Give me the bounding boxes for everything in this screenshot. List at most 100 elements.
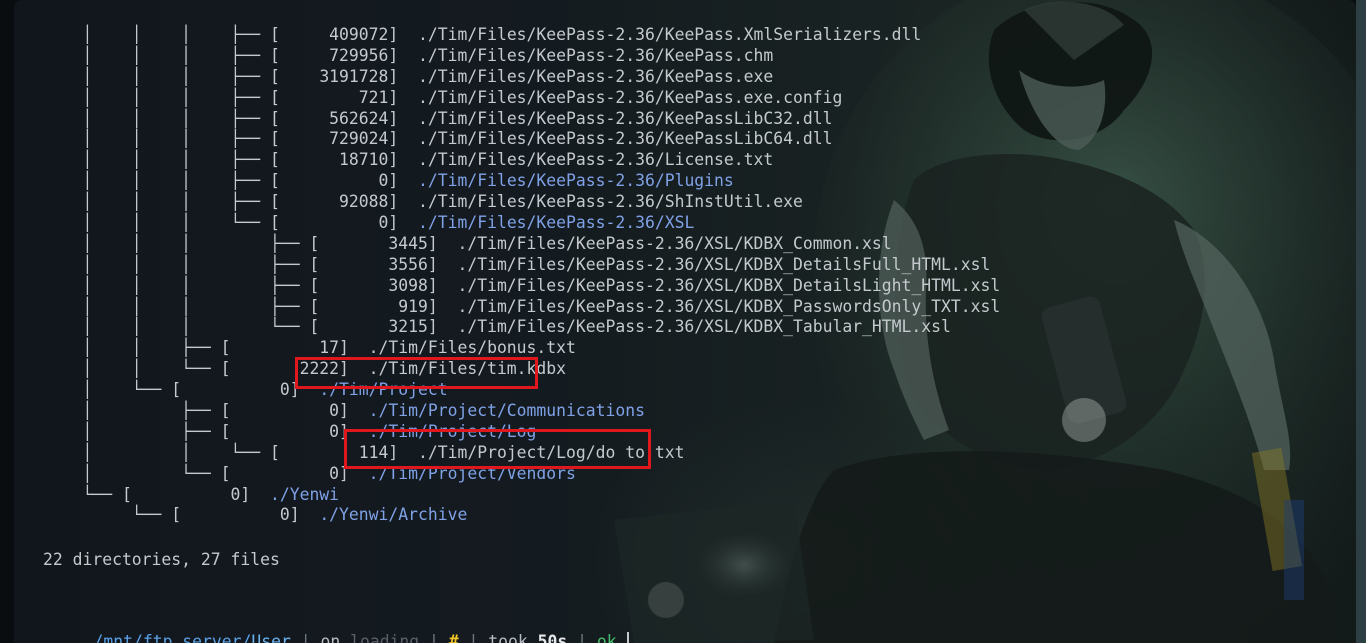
text-cursor [626,632,629,643]
prompt-hash: # [448,632,459,643]
tree-branch: │ │ │ ├── [ [43,192,280,212]
prompt-branch: loading [350,632,420,643]
tree-branch: │ │ │ ├── [ [43,171,280,191]
file-path: ./Tim/Files/KeePass-2.36/License.txt [398,150,774,170]
prompt-path-sep: / [241,632,252,643]
tree-line: │ │ │ ├── [ 729024] ./Tim/Files/KeePass-… [43,129,1000,150]
file-size: 919] [319,296,438,316]
tree-summary: 22 directories, 27 files [43,550,280,569]
tree-line: │ │ │ ├── [ 721] ./Tim/Files/KeePass-2.3… [43,88,1000,109]
file-size: 92088] [279,192,399,212]
file-path: ./Tim/Files/KeePass-2.36/KeePass.exe.con… [398,87,843,107]
tree-branch: │ ├── [ [43,401,231,421]
highlight-box-tim-kdbx [295,357,538,389]
shell-prompt[interactable]: /mnt/ftp_server/User | on loading | # | … [54,613,629,643]
tree-branch: │ │ │ ├── [ [43,45,280,65]
directory-path: ./Yenwi/Archive [299,505,468,525]
tree-branch: │ │ │ ├── [ [43,296,320,316]
tree-branch: │ ├── [ [43,421,231,441]
tree-line: │ │ │ └── [ 3215] ./Tim/Files/KeePass-2.… [43,317,1000,338]
file-path: ./Tim/Files/bonus.txt [348,338,576,358]
tree-line: │ │ │ ├── [ 92088] ./Tim/Files/KeePass-2… [43,192,1000,213]
file-size: 0] [131,484,251,504]
tree-branch: │ │ │ ├── [ [43,25,280,44]
tree-line: │ │ │ ├── [ 3556] ./Tim/Files/KeePass-2.… [43,255,1000,276]
tree-branch: │ │ │ ├── [ [43,275,320,295]
file-size: 409072] [279,25,399,44]
tree-line: │ │ │ ├── [ 562624] ./Tim/Files/KeePass-… [43,109,1000,130]
file-size: 3191728] [279,66,399,86]
prompt-separator: | [567,632,597,643]
tree-line: │ │ │ ├── [ 0] ./Tim/Files/KeePass-2.36/… [43,171,1000,192]
prompt-on-label: on [320,632,351,643]
tree-branch: │ │ │ ├── [ [43,150,280,170]
file-path: ./Tim/Files/KeePass-2.36/KeePass.chm [398,45,774,65]
file-size: 0] [181,380,300,400]
file-size: 3445] [319,233,438,253]
prompt-path-user: User [251,632,291,643]
highlight-box-do-to-txt [344,429,651,469]
file-size: 562624] [279,108,399,128]
tree-line: │ │ │ ├── [ 3098] ./Tim/Files/KeePass-2.… [43,276,1000,297]
tree-branch: │ │ │ ├── [ [43,129,280,149]
tree-branch: │ │ │ ├── [ [43,254,320,274]
tree-branch: │ │ │ ├── [ [43,108,280,128]
file-path: ./Tim/Files/KeePass-2.36/KeePass.exe [398,66,774,86]
tree-line: │ │ │ ├── [ 919] ./Tim/Files/KeePass-2.3… [43,297,1000,318]
window-edge [1356,0,1366,643]
prompt-path-prefix: /mnt/ [93,632,143,643]
file-size: 729024] [279,129,399,149]
file-path: ./Tim/Files/KeePass-2.36/ShInstUtil.exe [398,192,803,212]
tree-branch: │ │ │ ├── [ [43,233,320,253]
prompt-duration: 50s [537,632,568,643]
file-path: ./Tim/Files/KeePass-2.36/KeePassLibC64.d… [398,129,833,149]
file-size: 0] [279,213,399,233]
tree-branch: │ │ │ └── [ [43,317,320,337]
directory-path: ./Yenwi [250,484,340,504]
prompt-separator: | [458,632,489,643]
tree-line: └── [ 0] ./Yenwi/Archive [43,505,1000,526]
tree-branch: └── [ [43,505,182,525]
tree-line: │ ├── [ 0] ./Tim/Project/Communications [43,401,1000,422]
tree-line: │ │ │ ├── [ 18710] ./Tim/Files/KeePass-2… [43,150,1000,171]
file-size: 17] [230,338,349,358]
file-size: 3098] [319,275,438,295]
file-size: 0] [230,421,349,441]
file-size: 3556] [319,254,438,274]
file-size: 721] [279,87,399,107]
directory-path: ./Tim/Files/KeePass-2.36/XSL [398,213,695,233]
directory-path: ./Tim/Project/Communications [348,401,645,421]
tree-branch: │ └── [ [43,380,182,400]
prompt-path-mid: ftp_server [142,632,242,643]
tree-branch: │ │ └── [ [43,442,280,462]
tree-branch: │ │ │ ├── [ [43,87,280,107]
file-size: 3215] [319,317,438,337]
tree-line: │ │ │ ├── [ 729956] ./Tim/Files/KeePass-… [43,46,1000,67]
file-size: 18710] [279,150,399,170]
file-path: ./Tim/Files/KeePass-2.36/KeePassLibC32.d… [398,108,833,128]
directory-path: ./Tim/Files/KeePass-2.36/Plugins [398,171,734,191]
tree-branch: │ │ └── [ [43,359,231,379]
tree-line: │ │ │ └── [ 0] ./Tim/Files/KeePass-2.36/… [43,213,1000,234]
tree-line: │ │ │ ├── [ 3191728] ./Tim/Files/KeePass… [43,67,1000,88]
prompt-status-ok: ok [596,632,617,643]
file-path: ./Tim/Files/KeePass-2.36/XSL/KDBX_Common… [437,233,892,253]
file-path: ./Tim/Files/KeePass-2.36/XSL/KDBX_Passwo… [437,296,1001,316]
tree-branch: │ │ │ ├── [ [43,66,280,86]
terminal-window[interactable]: │ │ │ ├── [ 409072] ./Tim/Files/KeePass-… [14,0,1356,643]
file-size: 0] [181,505,300,525]
tree-line: └── [ 0] ./Yenwi [43,485,1000,506]
prompt-separator: | [290,632,321,643]
file-size: 0] [230,401,349,421]
tree-line: │ │ │ ├── [ 409072] ./Tim/Files/KeePass-… [43,25,1000,46]
tree-branch: │ │ ├── [ [43,338,231,358]
file-path: ./Tim/Files/KeePass-2.36/XSL/KDBX_Detail… [437,254,991,274]
file-path: ./Tim/Files/KeePass-2.36/XSL/KDBX_Tabula… [437,317,951,337]
tree-branch: └── [ [43,484,132,504]
tree-line: │ │ │ ├── [ 3445] ./Tim/Files/KeePass-2.… [43,234,1000,255]
prompt-separator: | [419,632,449,643]
prompt-took-label: took [488,632,538,643]
file-size: 0] [279,171,399,191]
file-path: ./Tim/Files/KeePass-2.36/XSL/KDBX_Detail… [437,275,1001,295]
tree-branch: │ │ │ └── [ [43,213,280,233]
